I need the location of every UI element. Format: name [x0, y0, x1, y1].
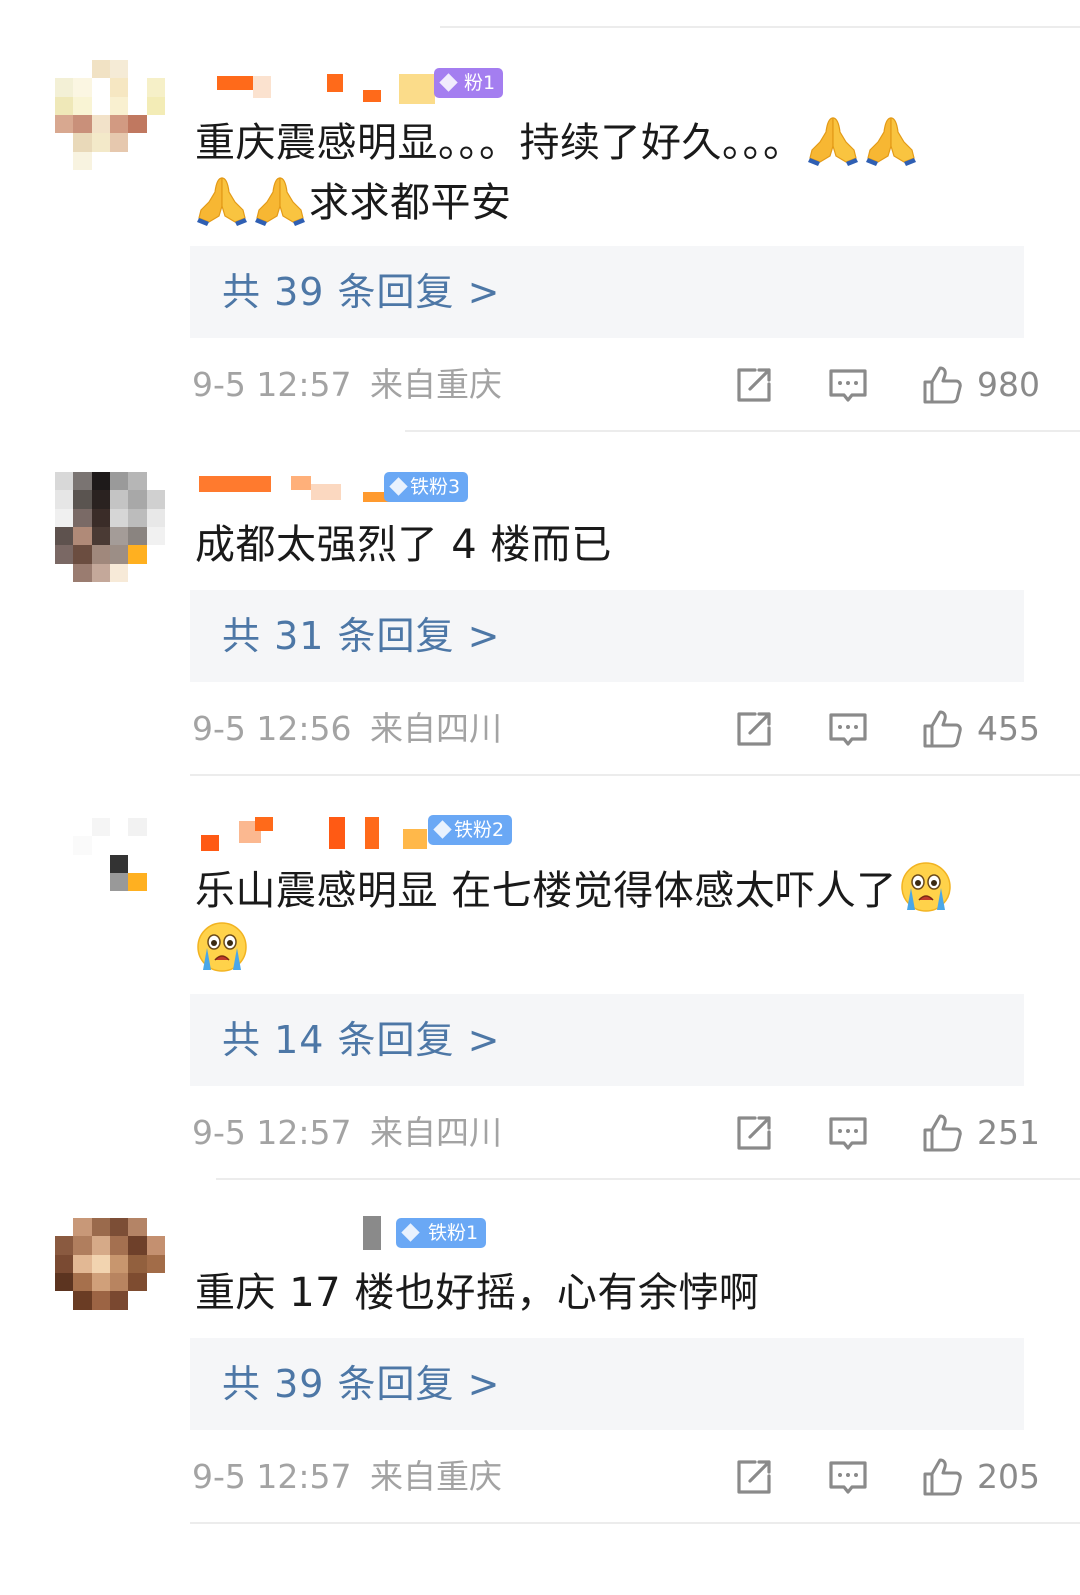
comment-icon[interactable]: [827, 1112, 869, 1154]
like-icon: [921, 1456, 963, 1498]
like-icon: [921, 708, 963, 750]
comment-icon[interactable]: [827, 708, 869, 750]
location: 来自重庆: [370, 365, 502, 404]
like-button[interactable]: 205: [921, 1452, 1040, 1502]
comment-actions: 205: [733, 1452, 1040, 1502]
replies-link[interactable]: 共 39 条回复 >: [190, 246, 1024, 338]
timestamp: 9-5 12:57: [192, 365, 352, 404]
fan-level-badge[interactable]: 铁粉1: [396, 1218, 487, 1248]
fan-level-badge[interactable]: 铁粉2: [428, 815, 513, 845]
folded-hands-emoji: [253, 172, 307, 226]
crying-face-emoji: [899, 860, 953, 914]
share-icon[interactable]: [733, 364, 775, 406]
comment-text: 重庆 17 楼也好摇，心有余悖啊: [195, 1270, 760, 1316]
comment-icon[interactable]: [827, 364, 869, 406]
crying-face-emoji: [195, 920, 249, 974]
comment-meta: 9-5 12:56 来自四川: [192, 704, 502, 754]
replies-link[interactable]: 共 14 条回复 >: [190, 994, 1024, 1086]
comment-text: 重庆震感明显。。。持续了好久。。。 求求都平安: [195, 112, 1025, 232]
share-icon[interactable]: [733, 1112, 775, 1154]
comment-actions: 980: [733, 360, 1040, 410]
fan-level-badge[interactable]: 粉1: [434, 68, 504, 98]
comment-actions: 251: [733, 1108, 1040, 1158]
share-icon[interactable]: [733, 1456, 775, 1498]
replies-count-label: 共 39 条回复 >: [222, 1362, 501, 1406]
like-icon: [921, 1112, 963, 1154]
like-count: 980: [977, 365, 1040, 404]
location: 来自四川: [370, 1113, 502, 1152]
comment-icon[interactable]: [827, 1456, 869, 1498]
diamond-icon: [439, 73, 458, 92]
comment-actions: 455: [733, 704, 1040, 754]
timestamp: 9-5 12:57: [192, 1457, 352, 1496]
divider: [440, 26, 1080, 28]
avatar[interactable]: [55, 60, 165, 170]
folded-hands-emoji: [195, 172, 249, 226]
avatar[interactable]: [55, 472, 165, 582]
username-redacted[interactable]: [195, 1216, 395, 1256]
divider: [216, 1178, 1080, 1180]
like-button[interactable]: 455: [921, 704, 1040, 754]
avatar[interactable]: [55, 818, 165, 928]
divider: [405, 430, 1080, 432]
share-icon[interactable]: [733, 708, 775, 750]
like-count: 251: [977, 1113, 1040, 1152]
divider: [190, 774, 1080, 776]
diamond-icon: [433, 820, 452, 839]
like-button[interactable]: 251: [921, 1108, 1040, 1158]
replies-count-label: 共 14 条回复 >: [222, 1018, 501, 1062]
comment-meta: 9-5 12:57 来自重庆: [192, 1452, 502, 1502]
like-button[interactable]: 980: [921, 360, 1040, 410]
location: 来自重庆: [370, 1457, 502, 1496]
comment-text: 成都太强烈了 4 楼而已: [195, 522, 612, 568]
like-count: 205: [977, 1457, 1040, 1496]
like-icon: [921, 364, 963, 406]
diamond-icon: [401, 1223, 420, 1242]
replies-link[interactable]: 共 39 条回复 >: [190, 1338, 1024, 1430]
location: 来自四川: [370, 709, 502, 748]
timestamp: 9-5 12:56: [192, 709, 352, 748]
replies-link[interactable]: 共 31 条回复 >: [190, 590, 1024, 682]
diamond-icon: [389, 477, 408, 496]
like-count: 455: [977, 709, 1040, 748]
comment-meta: 9-5 12:57 来自重庆: [192, 360, 502, 410]
avatar[interactable]: [55, 1218, 165, 1328]
comment-text: 乐山震感明显 在七楼觉得体感太吓人了: [195, 860, 1025, 980]
replies-count-label: 共 31 条回复 >: [222, 614, 501, 658]
folded-hands-emoji: [806, 112, 860, 166]
timestamp: 9-5 12:57: [192, 1113, 352, 1152]
folded-hands-emoji: [864, 112, 918, 166]
fan-level-badge[interactable]: 铁粉3: [384, 472, 469, 502]
replies-count-label: 共 39 条回复 >: [222, 270, 501, 314]
divider: [190, 1522, 1080, 1524]
comment-meta: 9-5 12:57 来自四川: [192, 1108, 502, 1158]
username-redacted[interactable]: [195, 815, 455, 855]
